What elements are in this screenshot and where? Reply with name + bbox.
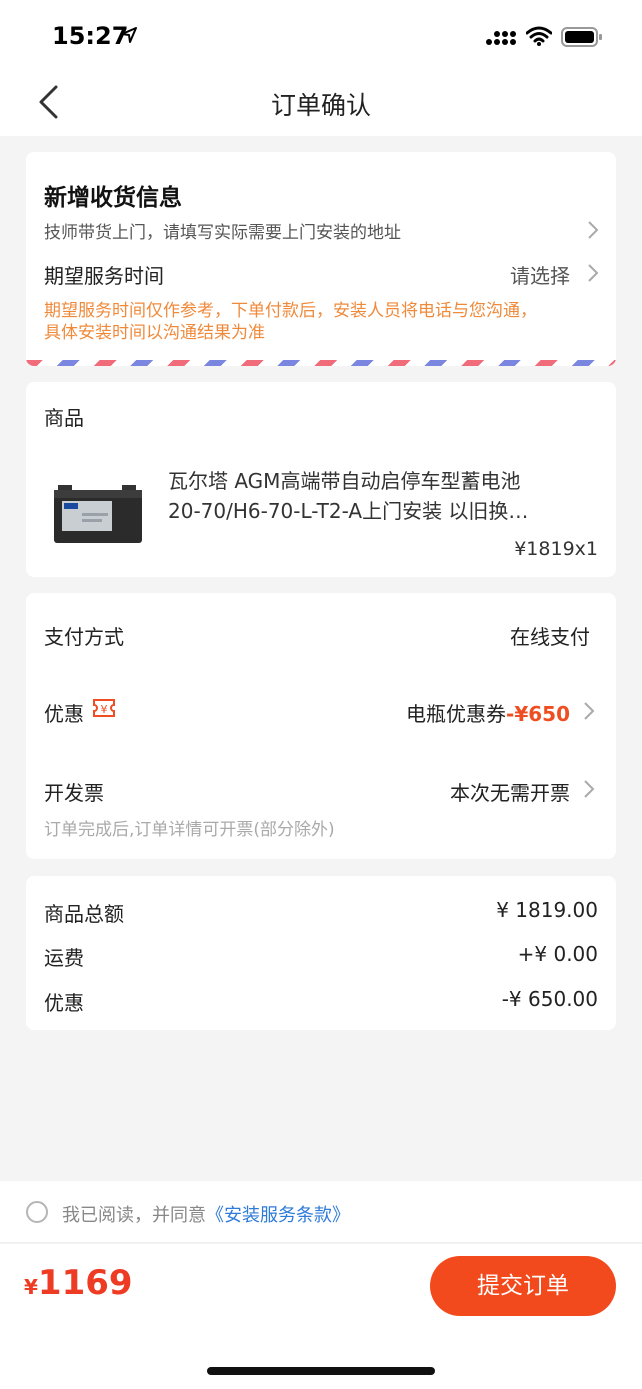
agreement-label: 我已阅读，并同意 [62,1205,206,1226]
items-total-value: ¥ 1819.00 [496,898,598,922]
svg-text:¥: ¥ [101,703,108,716]
chevron-right-icon [584,702,595,720]
payment-card: 支付方式 在线支付 优惠 ¥ 电瓶优惠券-¥650 开发票 本次无需开票 订单完… [26,593,616,859]
summary-discount-value: -¥ 650.00 [501,987,598,1011]
chevron-right-icon [588,264,599,282]
service-note-line1: 期望服务时间仅作参考，下单付款后，安装人员将电话与您沟通， [44,301,537,321]
payment-method-label: 支付方式 [44,625,124,649]
total-price: ¥1169 [24,1263,133,1303]
page-title: 订单确认 [270,91,371,120]
chevron-right-icon [584,780,595,798]
total-currency: ¥ [24,1275,38,1299]
invoice-label: 开发票 [44,781,104,805]
service-time-label: 期望服务时间 [44,264,164,288]
signal-icon [486,31,516,45]
service-terms-link[interactable]: 《安装服务条款》 [206,1205,350,1226]
discount-label: 优惠 [44,702,84,726]
battery-icon [561,27,602,47]
nav-bar: 订单确认 [0,70,642,136]
product-image[interactable] [52,479,144,545]
agreement-bar: 我已阅读，并同意《安装服务条款》 [0,1181,642,1243]
location-arrow-icon [121,27,137,43]
payment-method-value: 在线支付 [510,625,590,649]
shipping-label: 运费 [44,946,84,970]
product-card: 商品 瓦尔塔 AGM高端带自动启停车型蓄电池 20-70/H6-70-L-T2-… [26,382,616,577]
address-card: 新增收货信息 技师带货上门，请填写实际需要上门安装的地址 期望服务时间 请选择 … [26,152,616,366]
airmail-border [26,360,616,366]
agreement-checkbox[interactable] [26,1201,48,1223]
invoice-note: 订单完成后,订单详情可开票(部分除外) [44,820,335,840]
service-time-note: 期望服务时间仅作参考，下单付款后，安装人员将电话与您沟通， 具体安装时间以沟通结… [44,300,604,344]
product-price: ¥1819x1 [514,538,598,560]
agreement-text: 我已阅读，并同意《安装服务条款》 [62,1201,350,1227]
status-time: 15:27 [52,22,129,50]
add-address-title: 新增收货信息 [44,185,182,211]
add-address-subtitle: 技师带货上门，请填写实际需要上门安装的地址 [44,223,401,243]
status-bar: 15:27 [0,0,642,70]
shipping-value: +¥ 0.00 [517,942,598,966]
bottom-bar: ¥1169 提交订单 [0,1244,642,1389]
service-time-value: 请选择 [510,264,570,288]
product-name-line1[interactable]: 瓦尔塔 AGM高端带自动启停车型蓄电池 [168,466,598,496]
wifi-icon [526,26,552,46]
product-header: 商品 [44,406,84,430]
coupon-name: 电瓶优惠券 [406,702,507,726]
product-name-line2[interactable]: 20-70/H6-70-L-T2-A上门安装 以旧换… [168,496,598,526]
coupon-amount: -¥650 [506,702,570,726]
total-amount: 1169 [37,1263,133,1303]
summary-discount-label: 优惠 [44,991,84,1015]
coupon-value: 电瓶优惠券-¥650 [406,698,570,727]
home-indicator [207,1367,435,1375]
invoice-value: 本次无需开票 [450,781,570,805]
submit-order-button[interactable]: 提交订单 [430,1256,616,1316]
items-total-label: 商品总额 [44,902,124,926]
service-note-line2: 具体安装时间以沟通结果为准 [44,323,265,343]
chevron-right-icon [588,221,599,239]
price-summary-card: 商品总额 ¥ 1819.00 运费 +¥ 0.00 优惠 -¥ 650.00 [26,876,616,1030]
coupon-ticket-icon: ¥ [93,699,115,717]
